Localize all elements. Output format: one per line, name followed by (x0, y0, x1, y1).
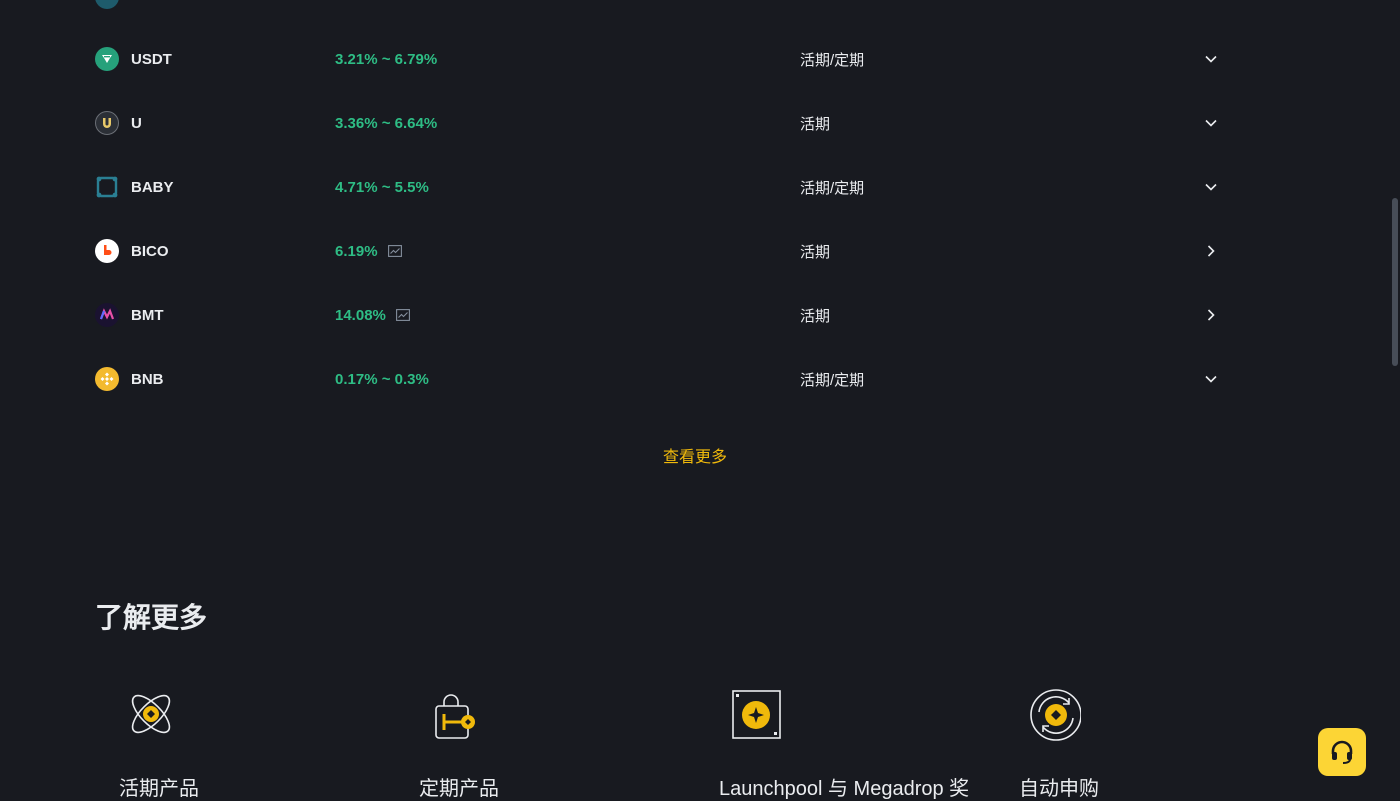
apr-value: 0.17% ~ 0.3% (335, 370, 429, 388)
card-flexible-product[interactable]: 活期产品 (119, 688, 399, 801)
chart-icon[interactable] (387, 245, 402, 257)
table-row-partial[interactable] (95, 0, 1225, 17)
auto-subscribe-icon (1025, 688, 1082, 744)
table-row-u[interactable]: U 3.36% ~ 6.64% 活期 (95, 103, 1225, 143)
bmt-icon (95, 303, 119, 327)
product-type: 活期/定期 (800, 179, 865, 197)
apr-value: 3.36% ~ 6.64% (335, 114, 438, 132)
table-row-baby[interactable]: BABY 4.71% ~ 5.5% 活期/定期 (95, 167, 1225, 207)
table-row-bico[interactable]: BICO 6.19% 活期 (95, 231, 1225, 271)
usdt-icon (95, 47, 119, 71)
section-title: 了解更多 (95, 602, 208, 633)
chevron-right-icon[interactable] (1197, 308, 1225, 322)
coin-name: BICO (131, 242, 169, 260)
apr-value: 3.21% ~ 6.79% (335, 50, 438, 68)
product-type: 活期 (800, 243, 831, 261)
chevron-down-icon[interactable] (1197, 180, 1225, 194)
bico-icon (95, 239, 119, 263)
table-row-usdt[interactable]: USDT 3.21% ~ 6.79% 活期/定期 (95, 39, 1225, 79)
baby-icon (95, 175, 119, 199)
product-type: 活期/定期 (800, 371, 865, 389)
product-type: 活期/定期 (800, 51, 865, 69)
chevron-right-icon[interactable] (1197, 244, 1225, 258)
apr-value: 6.19% (335, 242, 378, 260)
coin-name: BMT (131, 306, 164, 324)
locked-product-icon (425, 688, 481, 744)
card-label: 活期产品 (119, 778, 199, 800)
table-row-bmt[interactable]: BMT 14.08% 活期 (95, 295, 1225, 335)
chevron-down-icon[interactable] (1197, 116, 1225, 130)
chevron-down-icon[interactable] (1197, 372, 1225, 386)
launchpool-icon (725, 688, 781, 744)
u-token-icon (95, 111, 119, 135)
table-row-bnb[interactable]: BNB 0.17% ~ 0.3% 活期/定期 (95, 359, 1225, 399)
view-more-link[interactable]: 查看更多 (0, 443, 1390, 467)
chart-icon[interactable] (395, 309, 410, 321)
flexible-product-icon (125, 688, 181, 744)
customer-support-button[interactable] (1318, 728, 1366, 776)
apr-value: 14.08% (335, 306, 386, 324)
chevron-down-icon[interactable] (1197, 52, 1225, 66)
bnb-icon (95, 367, 119, 391)
headset-icon (1331, 740, 1353, 764)
card-auto-subscribe[interactable]: 自动申购 (1019, 688, 1299, 801)
card-label: 自动申购 (1019, 778, 1099, 800)
coin-icon (95, 0, 119, 9)
coin-name: USDT (131, 50, 172, 68)
card-label: 定期产品 (419, 778, 499, 800)
apr-value: 4.71% ~ 5.5% (335, 178, 429, 196)
product-type: 活期 (800, 307, 831, 325)
scrollbar-thumb[interactable] (1392, 198, 1398, 366)
card-label: Launchpool 与 Megadrop 奖 (719, 778, 970, 800)
coin-name: BABY (131, 178, 174, 196)
card-locked-product[interactable]: 定期产品 (419, 688, 699, 801)
scrollbar[interactable] (1386, 0, 1400, 800)
card-launchpool[interactable]: Launchpool 与 Megadrop 奖 (719, 688, 999, 801)
coin-name: U (131, 114, 142, 132)
product-type: 活期 (800, 115, 831, 133)
coin-name: BNB (131, 370, 164, 388)
